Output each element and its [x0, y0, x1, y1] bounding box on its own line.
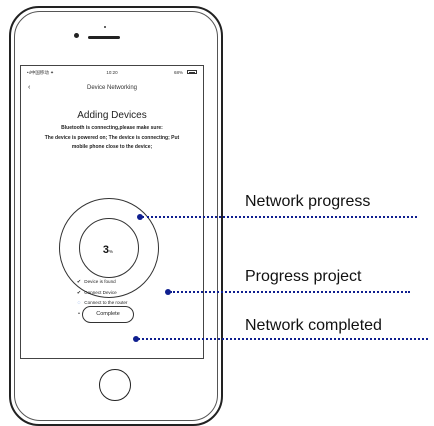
list-item: ✔ Device is found — [75, 279, 127, 290]
battery-icon — [187, 70, 197, 74]
loading-icon: ◌ — [77, 300, 81, 306]
check-icon: ✔ — [76, 279, 82, 285]
nav-title: Device Networking — [86, 85, 138, 91]
list-item: ✔ Connect Device — [75, 290, 127, 301]
callout-line-progress — [142, 216, 417, 218]
complete-button[interactable]: Complete — [82, 306, 134, 323]
callout-line-steps — [170, 291, 410, 293]
progress-percent: 3% — [85, 244, 131, 256]
nav-bar: ‹ Device Networking — [21, 84, 203, 94]
page-heading: Adding Devices — [77, 110, 147, 121]
callout-network-completed: Network completed — [245, 317, 382, 334]
home-button-icon[interactable] — [99, 369, 131, 401]
instruction-line: mobile phone close to the device; — [71, 144, 153, 150]
callout-line-complete — [138, 338, 428, 340]
phone-screen: •ıl中国移动 ✦ 10:20 68% ‹ Device Networking … — [20, 65, 204, 359]
earpiece-dot — [104, 26, 106, 28]
callout-network-progress: Network progress — [245, 193, 371, 210]
status-bar: •ıl中国移动 ✦ 10:20 68% — [21, 70, 203, 78]
step-label: Connect Device — [84, 289, 117, 295]
instruction-line: The device is powered on; The device is … — [44, 134, 180, 141]
speaker-grille — [88, 36, 120, 39]
step-label: Connect to the router — [84, 300, 128, 305]
instructions: Bluetooth is connecting,please make sure… — [25, 124, 199, 153]
instruction-line: Bluetooth is connecting,please make sure… — [61, 125, 163, 131]
battery-percent: 68% — [173, 70, 183, 75]
check-icon: ✔ — [76, 289, 82, 296]
progress-unit: % — [109, 249, 114, 254]
step-label: Device is found — [84, 279, 116, 284]
callout-progress-project: Progress project — [245, 268, 362, 285]
front-camera — [74, 33, 79, 38]
